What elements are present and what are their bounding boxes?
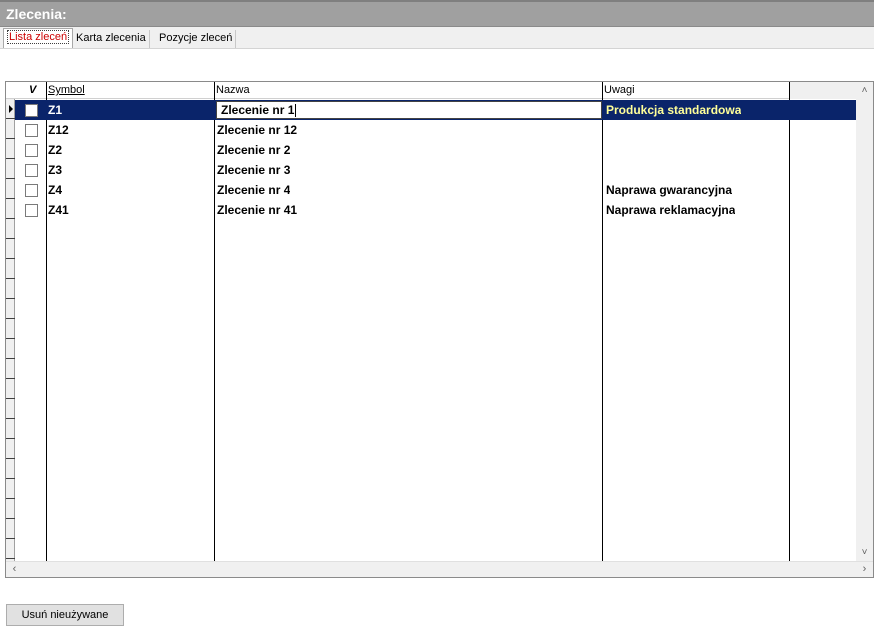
cell-name-editor[interactable]: Zlecenie nr 1 [216, 101, 602, 119]
cell-name: Zlecenie nr 3 [217, 163, 291, 177]
header-filler [790, 82, 856, 99]
row-indicator[interactable] [6, 179, 15, 199]
row-indicator[interactable] [6, 499, 15, 519]
header-symbol[interactable]: Symbol [47, 82, 85, 99]
orders-grid[interactable]: V Symbol Nazwa Uwagi Z1 Zlecenie nr 1 Pr… [5, 81, 874, 578]
cell-remarks: Naprawa gwarancyjna [606, 183, 733, 197]
cell-name: Zlecenie nr 4 [217, 183, 291, 197]
row-indicator[interactable] [6, 379, 15, 399]
chevron-down-icon[interactable]: ˅ [856, 544, 873, 561]
row-checkbox[interactable] [25, 104, 38, 117]
row-checkbox[interactable] [25, 124, 38, 137]
row-indicator[interactable] [6, 239, 15, 259]
row-indicator[interactable] [6, 339, 15, 359]
chevron-up-icon[interactable]: ˄ [856, 82, 873, 99]
window-title-bar: Zlecenia: [0, 0, 874, 27]
row-indicator[interactable] [6, 519, 15, 539]
header-check[interactable]: V [28, 82, 36, 99]
chevron-left-icon[interactable]: ‹ [6, 562, 23, 577]
row-checkbox[interactable] [25, 144, 38, 157]
table-row[interactable]: Z1 Zlecenie nr 1 Produkcja standardowa [15, 100, 856, 120]
cell-symbol: Z3 [48, 163, 63, 177]
row-checkbox[interactable] [25, 184, 38, 197]
cell-name: Zlecenie nr 2 [217, 143, 291, 157]
current-row-arrow-icon [9, 105, 13, 113]
row-indicator[interactable] [6, 299, 15, 319]
tab-label: Lista zleceń [7, 30, 70, 44]
tab-bar: Lista zleceń Karta zlecenia Pozycje zlec… [0, 27, 874, 49]
grid-header: V Symbol Nazwa Uwagi [6, 82, 856, 99]
table-row[interactable]: Z12 Zlecenie nr 12 [15, 120, 856, 140]
table-row[interactable]: Z4 Zlecenie nr 4 Naprawa gwarancyjna [15, 180, 856, 200]
cell-name: Zlecenie nr 12 [217, 123, 298, 137]
row-indicator[interactable] [6, 419, 15, 439]
tab-lista-zlecen[interactable]: Lista zleceń [3, 28, 74, 48]
chevron-right-icon[interactable]: › [856, 562, 873, 577]
row-indicator[interactable] [6, 439, 15, 459]
table-row[interactable]: Z2 Zlecenie nr 2 [15, 140, 856, 160]
row-indicator[interactable] [6, 119, 15, 139]
cell-remarks: Naprawa reklamacyjna [606, 203, 736, 217]
row-indicator[interactable] [6, 279, 15, 299]
cell-symbol: Z4 [48, 183, 63, 197]
row-indicator-column [6, 99, 15, 561]
row-checkbox[interactable] [25, 204, 38, 217]
row-indicator[interactable] [6, 539, 15, 559]
header-remarks[interactable]: Uwagi [603, 82, 635, 99]
tab-pozycje-zlecen[interactable]: Pozycje zleceń [156, 30, 237, 48]
cell-symbol: Z2 [48, 143, 63, 157]
cell-name: Zlecenie nr 41 [217, 203, 298, 217]
row-indicator[interactable] [6, 319, 15, 339]
row-indicator[interactable] [6, 219, 15, 239]
cell-symbol: Z41 [48, 203, 69, 217]
vertical-scrollbar[interactable]: ˄ ˅ [856, 82, 873, 561]
row-indicator[interactable] [6, 399, 15, 419]
cell-remarks: Produkcja standardowa [606, 103, 742, 117]
row-indicator[interactable] [6, 139, 15, 159]
row-indicator[interactable] [6, 159, 15, 179]
row-indicator[interactable] [6, 359, 15, 379]
row-indicator[interactable] [6, 259, 15, 279]
cell-symbol: Z1 [48, 103, 63, 117]
table-row[interactable]: Z41 Zlecenie nr 41 Naprawa reklamacyjna [15, 200, 856, 220]
row-indicator[interactable] [6, 199, 15, 219]
window-title: Zlecenia: [6, 6, 67, 22]
cell-symbol: Z12 [48, 123, 69, 137]
delete-unused-button[interactable]: Usuń nieużywane [6, 604, 124, 626]
row-indicator[interactable] [6, 479, 15, 499]
row-checkbox[interactable] [25, 164, 38, 177]
text-caret [295, 104, 297, 118]
row-indicator[interactable] [6, 99, 15, 119]
cell-name: Zlecenie nr 1 [221, 103, 295, 117]
tab-karta-zlecenia[interactable]: Karta zlecenia [73, 30, 150, 48]
row-indicator[interactable] [6, 459, 15, 479]
header-name[interactable]: Nazwa [215, 82, 250, 99]
horizontal-scrollbar[interactable]: ‹ › [6, 561, 873, 577]
table-row[interactable]: Z3 Zlecenie nr 3 [15, 160, 856, 180]
